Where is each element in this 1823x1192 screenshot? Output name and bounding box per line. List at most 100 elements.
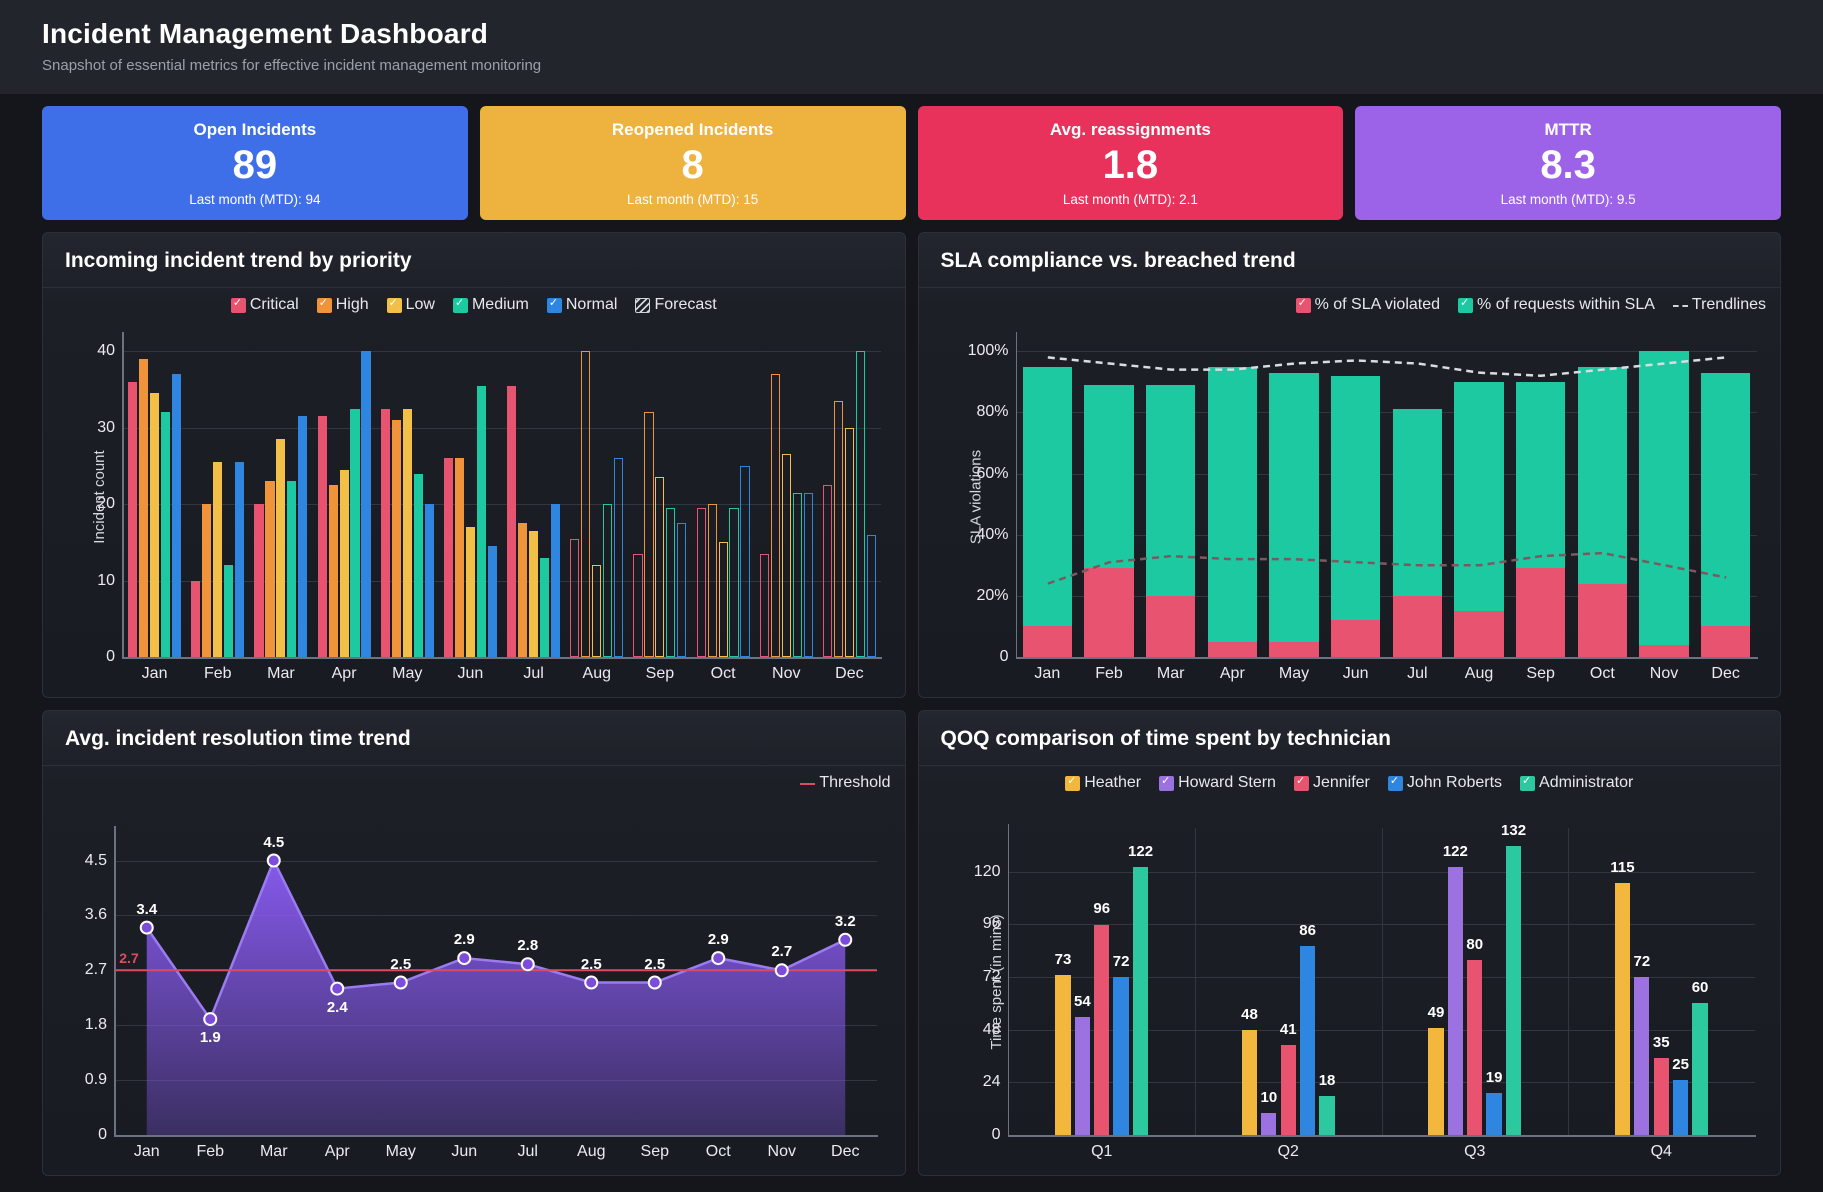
bar-normal-jan[interactable] bbox=[171, 374, 182, 657]
legend-sla[interactable]: % of SLA violated % of requests within SL… bbox=[919, 288, 1781, 316]
bar-howard-stern-q2[interactable] bbox=[1261, 1113, 1277, 1135]
bar-low-sep[interactable] bbox=[655, 477, 665, 657]
bar-high-oct[interactable] bbox=[707, 504, 717, 657]
bar-medium-may[interactable] bbox=[413, 473, 423, 657]
bar-howard-stern-q4[interactable] bbox=[1634, 977, 1650, 1135]
bar-low-may[interactable] bbox=[402, 408, 412, 657]
bar-critical-sep[interactable] bbox=[633, 553, 643, 657]
bar-heather-q2[interactable] bbox=[1241, 1029, 1258, 1135]
bar-medium-mar[interactable] bbox=[287, 481, 297, 657]
bar-administrator-q2[interactable] bbox=[1319, 1095, 1335, 1135]
bar-low-apr[interactable] bbox=[339, 469, 349, 657]
bar-medium-apr[interactable] bbox=[350, 408, 360, 657]
legend-item-critical[interactable]: Critical bbox=[230, 296, 299, 314]
legend-item-medium[interactable]: Medium bbox=[452, 296, 529, 314]
bar-low-aug[interactable] bbox=[592, 565, 602, 657]
bar-low-jul[interactable] bbox=[529, 530, 539, 657]
legend-item-high[interactable]: High bbox=[316, 296, 369, 314]
bar-jennifer-q3[interactable] bbox=[1467, 959, 1483, 1135]
bar-within-sla-jun[interactable] bbox=[1331, 375, 1381, 657]
bar-critical-jun[interactable] bbox=[443, 458, 454, 657]
bar-normal-dec[interactable] bbox=[866, 534, 876, 657]
bar-john-roberts-q2[interactable] bbox=[1299, 946, 1316, 1135]
bar-low-jan[interactable] bbox=[150, 393, 160, 657]
bar-low-oct[interactable] bbox=[718, 542, 728, 657]
bar-howard-stern-q1[interactable] bbox=[1074, 1016, 1090, 1135]
legend-item-heather[interactable]: Heather bbox=[1065, 774, 1141, 792]
bar-sla-violated-nov[interactable] bbox=[1639, 644, 1689, 657]
bar-medium-oct[interactable] bbox=[729, 507, 739, 657]
bar-within-sla-nov[interactable] bbox=[1639, 351, 1689, 657]
kpi-card-reopened-incidents[interactable]: Reopened Incidents 8 Last month (MTD): 15 bbox=[479, 106, 906, 220]
bar-heather-q3[interactable] bbox=[1428, 1027, 1444, 1135]
bar-high-nov[interactable] bbox=[770, 374, 780, 657]
bar-jennifer-q1[interactable] bbox=[1094, 924, 1110, 1135]
bar-critical-dec[interactable] bbox=[822, 485, 833, 657]
bar-critical-may[interactable] bbox=[380, 408, 390, 657]
bar-high-may[interactable] bbox=[391, 420, 401, 657]
bar-john-roberts-q4[interactable] bbox=[1672, 1080, 1689, 1135]
legend-item-of-sla-violated[interactable]: % of SLA violated bbox=[1295, 296, 1440, 314]
legend-incoming[interactable]: Critical High Low Medium Normal Forecast bbox=[43, 288, 905, 316]
bar-sla-violated-jan[interactable] bbox=[1022, 626, 1072, 657]
bar-low-nov[interactable] bbox=[781, 454, 791, 657]
bar-medium-feb[interactable] bbox=[224, 565, 234, 657]
bar-administrator-q1[interactable] bbox=[1132, 867, 1149, 1135]
bar-within-sla-may[interactable] bbox=[1269, 372, 1319, 657]
bar-high-aug[interactable] bbox=[581, 351, 591, 657]
legend-item-administrator[interactable]: Administrator bbox=[1520, 774, 1633, 792]
bar-medium-aug[interactable] bbox=[603, 504, 613, 657]
bar-normal-aug[interactable] bbox=[614, 458, 624, 657]
bar-medium-jul[interactable] bbox=[539, 557, 550, 657]
bar-low-mar[interactable] bbox=[276, 439, 286, 657]
bar-medium-jun[interactable] bbox=[476, 385, 486, 657]
bar-administrator-q3[interactable] bbox=[1505, 845, 1522, 1135]
legend-item-low[interactable]: Low bbox=[386, 296, 435, 314]
bar-medium-jan[interactable] bbox=[160, 412, 171, 657]
bar-within-sla-jan[interactable] bbox=[1022, 366, 1072, 657]
bar-high-feb[interactable] bbox=[202, 504, 212, 657]
kpi-card-mttr[interactable]: MTTR 8.3 Last month (MTD): 9.5 bbox=[1355, 106, 1781, 220]
bar-critical-aug[interactable] bbox=[570, 538, 580, 657]
legend-item-normal[interactable]: Normal bbox=[546, 296, 617, 314]
legend-item-threshold[interactable]: Threshold bbox=[800, 774, 891, 792]
bar-john-roberts-q3[interactable] bbox=[1486, 1093, 1502, 1135]
bar-critical-nov[interactable] bbox=[759, 553, 769, 657]
bar-high-jul[interactable] bbox=[518, 523, 528, 657]
bar-normal-mar[interactable] bbox=[298, 416, 308, 657]
bar-high-sep[interactable] bbox=[644, 412, 654, 657]
legend-resolution[interactable]: Threshold bbox=[43, 766, 905, 794]
bar-high-jan[interactable] bbox=[139, 358, 149, 657]
legend-qoq[interactable]: Heather Howard Stern Jennifer John Roberts A… bbox=[919, 766, 1781, 794]
bar-medium-dec[interactable] bbox=[855, 351, 865, 657]
bar-low-jun[interactable] bbox=[465, 527, 475, 657]
bar-sla-violated-feb[interactable] bbox=[1084, 568, 1134, 657]
kpi-card-open-incidents[interactable]: Open Incidents 89 Last month (MTD): 94 bbox=[42, 106, 468, 220]
bar-high-apr[interactable] bbox=[328, 485, 338, 657]
bar-normal-apr[interactable] bbox=[361, 351, 371, 657]
bar-john-roberts-q1[interactable] bbox=[1113, 977, 1129, 1135]
bar-critical-jan[interactable] bbox=[128, 381, 138, 657]
bar-within-sla-dec[interactable] bbox=[1701, 372, 1751, 657]
bar-normal-jun[interactable] bbox=[487, 546, 497, 657]
legend-item-jennifer[interactable]: Jennifer bbox=[1293, 774, 1370, 792]
bar-administrator-q4[interactable] bbox=[1692, 1003, 1708, 1135]
bar-howard-stern-q3[interactable] bbox=[1447, 867, 1463, 1135]
bar-critical-apr[interactable] bbox=[317, 416, 327, 657]
kpi-card-avg-reassignments[interactable]: Avg. reassignments 1.8 Last month (MTD): 2… bbox=[917, 106, 1344, 220]
bar-sla-violated-apr[interactable] bbox=[1207, 641, 1257, 657]
bar-jennifer-q4[interactable] bbox=[1653, 1058, 1669, 1135]
bar-sla-violated-oct[interactable] bbox=[1577, 583, 1627, 657]
legend-item-forecast[interactable]: Forecast bbox=[635, 296, 717, 314]
legend-item-john-roberts[interactable]: John Roberts bbox=[1387, 774, 1502, 792]
bar-within-sla-apr[interactable] bbox=[1207, 366, 1257, 657]
legend-item-trendlines[interactable]: Trendlines bbox=[1672, 296, 1766, 314]
bar-sla-violated-may[interactable] bbox=[1269, 641, 1319, 657]
bar-heather-q4[interactable] bbox=[1614, 882, 1631, 1135]
bar-normal-feb[interactable] bbox=[235, 462, 245, 657]
bar-normal-jul[interactable] bbox=[550, 504, 561, 657]
bar-heather-q1[interactable] bbox=[1055, 974, 1071, 1135]
legend-item-howard-stern[interactable]: Howard Stern bbox=[1159, 774, 1276, 792]
bar-normal-may[interactable] bbox=[424, 504, 434, 657]
bar-high-mar[interactable] bbox=[265, 481, 275, 657]
